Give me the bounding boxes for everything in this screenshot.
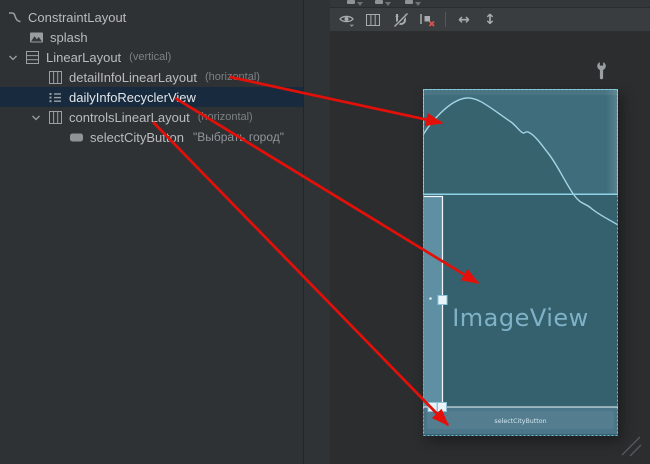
tree-item-label: selectCityButton bbox=[90, 130, 184, 145]
design-toolbar: ↔ ↕ bbox=[330, 8, 650, 32]
tree-item-dailyinforecyclerview[interactable]: dailyInfoRecyclerView bbox=[0, 87, 303, 107]
columns-icon bbox=[365, 12, 381, 28]
chevron-down-icon bbox=[415, 2, 421, 6]
recycler-view-list-icon bbox=[48, 90, 63, 105]
chevron-down-icon[interactable] bbox=[7, 51, 19, 63]
layout-preview-canvas[interactable]: selectCityButton ImageView bbox=[423, 89, 618, 436]
selection-handle-bottom[interactable] bbox=[438, 403, 447, 412]
clear-constraints-icon bbox=[418, 11, 437, 28]
linear-layout-horizontal-icon bbox=[48, 110, 63, 125]
constraint-layout-icon bbox=[7, 10, 22, 25]
design-surface[interactable]: ↔ ↕ bbox=[330, 0, 650, 464]
tree-item-controlslinearlayout[interactable]: controlsLinearLayout (horizontal) bbox=[0, 107, 303, 127]
tree-item-annotation: (horizontal) bbox=[198, 111, 253, 123]
theme-selector-icon[interactable] bbox=[405, 0, 413, 4]
horizontal-arrows-icon: ↔ bbox=[458, 12, 470, 28]
blueprint-mode-button[interactable] bbox=[360, 10, 386, 30]
tree-item-label: LinearLayout bbox=[46, 50, 121, 65]
tree-item-label: splash bbox=[50, 30, 88, 45]
tree-item-constraintlayout[interactable]: ConstraintLayout bbox=[0, 7, 303, 27]
eye-icon bbox=[338, 11, 356, 29]
toolbar-separator bbox=[445, 12, 446, 27]
chevron-down-icon[interactable] bbox=[30, 111, 42, 123]
autoconnect-toggle-button[interactable] bbox=[388, 10, 414, 30]
tree-item-text-value: "Выбрать город" bbox=[193, 130, 284, 144]
tree-item-selectcitybutton[interactable]: selectCityButton "Выбрать город" bbox=[0, 127, 303, 147]
view-options-button[interactable] bbox=[334, 10, 360, 30]
tree-item-annotation: (vertical) bbox=[129, 51, 171, 63]
component-tree-panel: ConstraintLayout splash LinearLayout (ve… bbox=[0, 0, 303, 464]
orientation-selector-icon[interactable] bbox=[375, 0, 383, 4]
resize-grip-icon[interactable] bbox=[620, 435, 644, 459]
linear-layout-vertical-icon bbox=[25, 50, 40, 65]
tree-item-label: dailyInfoRecyclerView bbox=[69, 90, 196, 105]
selection-handle-bottom-left[interactable] bbox=[428, 403, 437, 412]
region-top-sheen bbox=[424, 90, 617, 95]
region-right-sheen bbox=[606, 90, 617, 194]
tree-item-detailinfolinearlayout[interactable]: detailInfoLinearLayout (horizontal) bbox=[0, 67, 303, 87]
layout-editor-window: ConstraintLayout splash LinearLayout (ve… bbox=[0, 0, 650, 464]
tree-item-label: ConstraintLayout bbox=[28, 10, 126, 25]
tree-item-annotation: (horizontal) bbox=[205, 71, 260, 83]
device-selector-icon[interactable] bbox=[347, 0, 355, 4]
chevron-down-icon bbox=[385, 2, 391, 6]
selection-dot bbox=[429, 297, 432, 300]
chevron-down-icon bbox=[357, 2, 363, 6]
linear-layout-horizontal-icon bbox=[48, 70, 63, 85]
magnet-disabled-icon bbox=[392, 11, 410, 29]
select-city-button-label: selectCityButton bbox=[494, 418, 546, 425]
tree-item-label: detailInfoLinearLayout bbox=[69, 70, 197, 85]
tree-item-linearlayout[interactable]: LinearLayout (vertical) bbox=[0, 47, 303, 67]
clear-constraints-button[interactable] bbox=[414, 10, 440, 30]
imageview-label: ImageView bbox=[452, 304, 589, 332]
panel-gutter bbox=[304, 0, 330, 464]
clipped-toolbar-strip bbox=[330, 0, 650, 8]
selection-handle-middle[interactable] bbox=[438, 296, 447, 305]
image-icon bbox=[29, 30, 44, 45]
expand-vertical-button[interactable]: ↕ bbox=[477, 10, 503, 30]
button-icon bbox=[69, 130, 84, 145]
vertical-arrows-icon: ↕ bbox=[484, 12, 496, 28]
tree-item-label: controlsLinearLayout bbox=[69, 110, 190, 125]
wrench-icon[interactable] bbox=[596, 61, 608, 81]
tree-item-splash[interactable]: splash bbox=[0, 27, 303, 47]
expand-horizontal-button[interactable]: ↔ bbox=[451, 10, 477, 30]
